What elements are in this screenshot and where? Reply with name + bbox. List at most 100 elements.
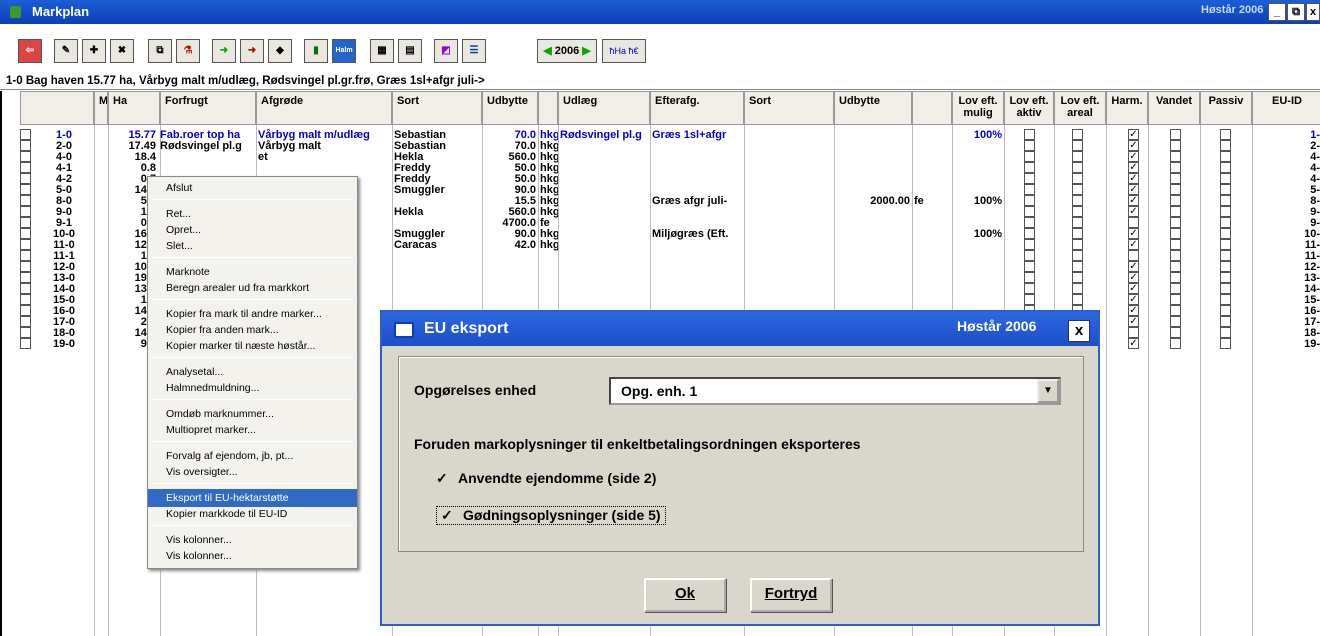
delete-icon[interactable]: ✖ — [110, 39, 134, 63]
harm-checkbox[interactable] — [1128, 217, 1139, 228]
row-selector[interactable] — [20, 206, 31, 217]
vandet-checkbox[interactable] — [1170, 261, 1181, 272]
vandet-checkbox[interactable] — [1170, 250, 1181, 261]
import-icon[interactable]: ➜ — [212, 39, 236, 63]
row-selector[interactable] — [20, 151, 31, 162]
lov-aktiv-checkbox[interactable] — [1024, 272, 1035, 283]
check-icon[interactable]: ◆ — [268, 39, 292, 63]
column-header[interactable]: Forfrugt — [160, 91, 256, 125]
passiv-checkbox[interactable] — [1220, 195, 1231, 206]
lov-aktiv-checkbox[interactable] — [1024, 195, 1035, 206]
row-selector[interactable] — [20, 283, 31, 294]
vandet-checkbox[interactable] — [1170, 140, 1181, 151]
harm-checkbox[interactable]: ✓ — [1128, 151, 1139, 162]
row-selector[interactable] — [20, 140, 31, 151]
halm-icon[interactable]: Halm — [332, 39, 356, 63]
harm-checkbox[interactable] — [1128, 250, 1139, 261]
passiv-checkbox[interactable] — [1220, 184, 1231, 195]
harm-checkbox[interactable]: ✓ — [1128, 173, 1139, 184]
harm-checkbox[interactable]: ✓ — [1128, 162, 1139, 173]
passiv-checkbox[interactable] — [1220, 129, 1231, 140]
harm-checkbox[interactable]: ✓ — [1128, 316, 1139, 327]
restore-button[interactable]: ⧉ — [1287, 3, 1305, 21]
menu-item[interactable]: Multiopret marker... — [148, 421, 357, 439]
row-selector[interactable] — [20, 162, 31, 173]
lov-areal-cell[interactable] — [1072, 228, 1083, 239]
lov-aktiv-checkbox[interactable] — [1024, 261, 1035, 272]
harm-checkbox[interactable]: ✓ — [1128, 283, 1139, 294]
harm-checkbox[interactable]: ✓ — [1128, 228, 1139, 239]
lov-aktiv-checkbox[interactable] — [1024, 184, 1035, 195]
column-header[interactable]: Udlæg — [558, 91, 650, 125]
column-header[interactable]: EU-ID — [1252, 91, 1320, 125]
passiv-checkbox[interactable] — [1220, 327, 1231, 338]
lov-areal-cell[interactable] — [1072, 140, 1083, 151]
menu-item[interactable]: Kopier marker til næste høstår... — [148, 337, 357, 355]
menu-item[interactable]: Halmnedmuldning... — [148, 379, 357, 397]
lov-areal-cell[interactable] — [1072, 283, 1083, 294]
lov-aktiv-checkbox[interactable] — [1024, 151, 1035, 162]
vandet-checkbox[interactable] — [1170, 327, 1181, 338]
calc-icon[interactable]: ▦ — [370, 39, 394, 63]
passiv-checkbox[interactable] — [1220, 162, 1231, 173]
column-header[interactable]: Sort — [392, 91, 482, 125]
harm-checkbox[interactable]: ✓ — [1128, 239, 1139, 250]
lov-areal-cell[interactable] — [1072, 151, 1083, 162]
row-selector[interactable] — [20, 305, 31, 316]
row-selector[interactable] — [20, 129, 31, 140]
lov-areal-cell[interactable] — [1072, 239, 1083, 250]
column-header[interactable]: Passiv — [1200, 91, 1252, 125]
column-header[interactable]: Ha — [108, 91, 160, 125]
lov-areal-cell[interactable] — [1072, 206, 1083, 217]
exit-icon[interactable]: ⇦ — [18, 39, 42, 63]
row-selector[interactable] — [20, 173, 31, 184]
passiv-checkbox[interactable] — [1220, 316, 1231, 327]
lov-aktiv-checkbox[interactable] — [1024, 283, 1035, 294]
row-selector[interactable] — [20, 195, 31, 206]
menu-item[interactable]: Vis oversigter... — [148, 463, 357, 481]
table-icon[interactable]: ▤ — [398, 39, 422, 63]
passiv-checkbox[interactable] — [1220, 250, 1231, 261]
lov-aktiv-checkbox[interactable] — [1024, 239, 1035, 250]
lov-areal-cell[interactable] — [1072, 129, 1083, 140]
vandet-checkbox[interactable] — [1170, 239, 1181, 250]
lov-areal-cell[interactable] — [1072, 195, 1083, 206]
column-header[interactable]: Sort — [744, 91, 834, 125]
diagram-icon[interactable]: ◩ — [434, 39, 458, 63]
vandet-checkbox[interactable] — [1170, 294, 1181, 305]
lov-aktiv-checkbox[interactable] — [1024, 228, 1035, 239]
harm-checkbox[interactable]: ✓ — [1128, 261, 1139, 272]
lov-areal-cell[interactable] — [1072, 184, 1083, 195]
prev-year-icon[interactable]: ◀ — [543, 45, 551, 57]
ok-button[interactable]: Ok — [644, 578, 726, 612]
lov-areal-cell[interactable] — [1072, 162, 1083, 173]
dialog-close-button[interactable]: x — [1068, 320, 1090, 342]
vandet-checkbox[interactable] — [1170, 162, 1181, 173]
lov-aktiv-checkbox[interactable] — [1024, 294, 1035, 305]
row-selector[interactable] — [20, 261, 31, 272]
harm-checkbox[interactable] — [1128, 327, 1139, 338]
lov-areal-cell[interactable] — [1072, 217, 1083, 228]
harm-checkbox[interactable]: ✓ — [1128, 294, 1139, 305]
unit-select[interactable]: Opg. enh. 1 ▼ — [609, 377, 1061, 405]
lov-aktiv-checkbox[interactable] — [1024, 217, 1035, 228]
menu-item[interactable]: Slet... — [148, 237, 357, 255]
vandet-checkbox[interactable] — [1170, 195, 1181, 206]
harm-checkbox[interactable]: ✓ — [1128, 129, 1139, 140]
harm-checkbox[interactable]: ✓ — [1128, 338, 1139, 349]
harm-checkbox[interactable]: ✓ — [1128, 140, 1139, 151]
column-header[interactable]: Harm. — [1106, 91, 1148, 125]
vandet-checkbox[interactable] — [1170, 173, 1181, 184]
fertilizer-checkbox[interactable]: ✓ Gødningsoplysninger (side 5) — [436, 506, 666, 525]
passiv-checkbox[interactable] — [1220, 173, 1231, 184]
harm-checkbox[interactable]: ✓ — [1128, 184, 1139, 195]
list-icon[interactable]: ☰ — [462, 39, 486, 63]
harm-checkbox[interactable]: ✓ — [1128, 305, 1139, 316]
vandet-checkbox[interactable] — [1170, 129, 1181, 140]
vandet-checkbox[interactable] — [1170, 206, 1181, 217]
row-selector[interactable] — [20, 239, 31, 250]
column-header[interactable] — [538, 91, 558, 125]
row-selector[interactable] — [20, 316, 31, 327]
harm-checkbox[interactable]: ✓ — [1128, 206, 1139, 217]
passiv-checkbox[interactable] — [1220, 283, 1231, 294]
